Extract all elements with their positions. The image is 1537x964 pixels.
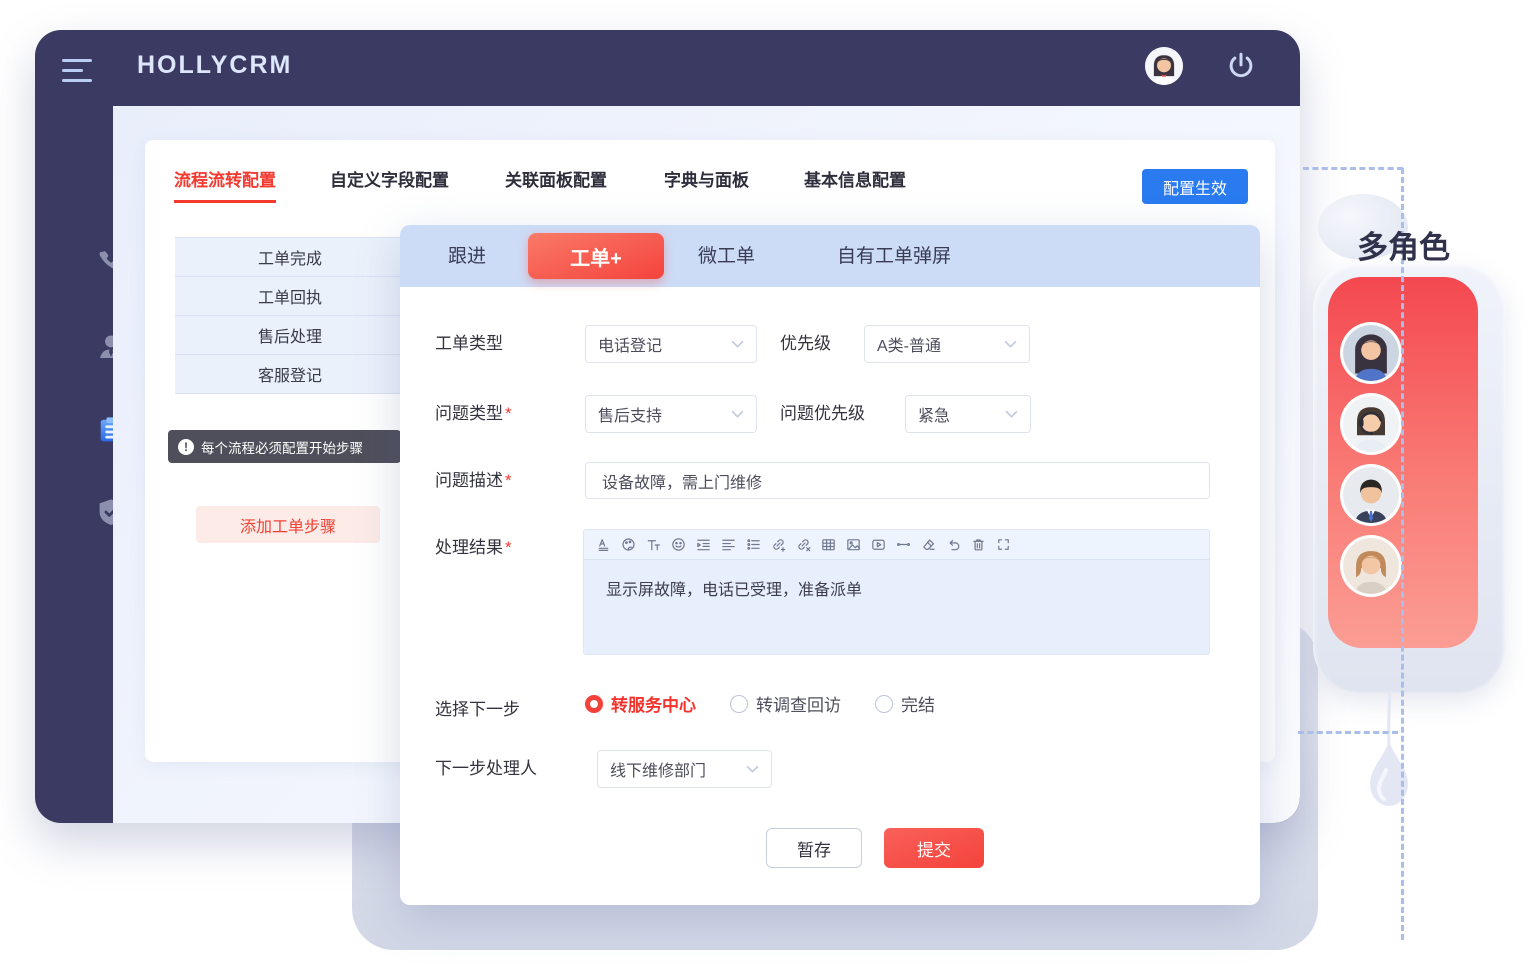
modal-tab-popup[interactable]: 自有工单弹屏 [837, 241, 951, 268]
editor-content[interactable]: 显示屏故障，电话已受理，准备派单 [584, 560, 1209, 655]
result-editor: 显示屏故障，电话已受理，准备派单 [583, 529, 1210, 655]
tab-custom-fields[interactable]: 自定义字段配置 [330, 166, 449, 191]
workflow-list: 工单完成 工单回执 售后处理 客服登记 [175, 237, 405, 394]
font-size-icon[interactable] [642, 534, 664, 556]
issue-priority-select[interactable]: 紧急 [905, 395, 1031, 433]
indent-icon[interactable] [692, 534, 714, 556]
tab-linked-panel[interactable]: 关联面板配置 [505, 166, 607, 191]
radio-service-center[interactable]: 转服务中心 [585, 691, 696, 716]
eraser-icon[interactable] [917, 534, 939, 556]
issue-type-select[interactable]: 售后支持 [585, 395, 757, 433]
delete-icon[interactable] [967, 534, 989, 556]
image-icon[interactable] [842, 534, 864, 556]
workflow-item[interactable]: 售后处理 [175, 315, 405, 354]
role-avatar-4 [1340, 535, 1402, 597]
submit-button[interactable]: 提交 [884, 828, 984, 868]
role-avatar-3 [1340, 464, 1402, 526]
order-type-label: 工单类型 [435, 325, 503, 363]
chevron-down-icon [746, 765, 759, 773]
order-type-value: 电话登记 [598, 332, 662, 356]
next-handler-value: 线下维修部门 [610, 757, 706, 781]
add-step-button[interactable]: 添加工单步骤 [196, 506, 380, 543]
workflow-item[interactable]: 工单回执 [175, 276, 405, 315]
issue-priority-value: 紧急 [918, 402, 950, 426]
font-underline-icon[interactable] [592, 534, 614, 556]
workflow-item[interactable]: 客服登记 [175, 354, 405, 393]
tab-dictionary[interactable]: 字典与面板 [664, 166, 749, 191]
emoji-icon[interactable] [667, 534, 689, 556]
priority-select[interactable]: A类-普通 [864, 325, 1030, 363]
modal-tab-micro[interactable]: 微工单 [698, 241, 755, 268]
table-icon[interactable] [817, 534, 839, 556]
apply-config-button[interactable]: 配置生效 [1142, 169, 1248, 204]
issue-priority-label: 问题优先级 [780, 395, 865, 433]
multi-role-caption: 多角色 [1357, 222, 1450, 267]
app-title: HOLLYCRM [137, 51, 292, 80]
issue-type-value: 售后支持 [598, 402, 662, 426]
dashed-line-bottom [1298, 731, 1398, 734]
next-handler-label: 下一步处理人 [435, 750, 537, 788]
undo-icon[interactable] [942, 534, 964, 556]
dashed-line-top [1303, 167, 1403, 170]
chevron-down-icon [731, 340, 744, 348]
role-avatar-2 [1340, 393, 1402, 455]
priority-label: 优先级 [780, 325, 831, 363]
link-remove-icon[interactable] [792, 534, 814, 556]
save-draft-button[interactable]: 暂存 [766, 828, 862, 868]
role-avatar-1 [1340, 322, 1402, 384]
list-icon[interactable] [742, 534, 764, 556]
divider-icon[interactable] [892, 534, 914, 556]
next-handler-select[interactable]: 线下维修部门 [597, 750, 772, 788]
modal-tab-workorder[interactable]: 工单+ [528, 233, 664, 279]
radio-dot [875, 695, 893, 713]
result-label: 处理结果* [435, 529, 512, 567]
tooltip-text: 每个流程必须配置开始步骤 [201, 437, 363, 457]
modal-tab-bar: 跟进 工单+ 微工单 自有工单弹屏 [400, 225, 1260, 287]
next-step-options: 转服务中心 转调查回访 完结 [585, 691, 935, 716]
tab-basic-info[interactable]: 基本信息配置 [804, 166, 906, 191]
droplet-shape [1356, 690, 1422, 870]
workflow-item[interactable]: 工单完成 [175, 237, 405, 276]
menu-icon[interactable] [62, 59, 94, 82]
video-icon[interactable] [867, 534, 889, 556]
user-avatar[interactable] [1145, 47, 1183, 85]
warning-icon: ! [178, 439, 194, 455]
power-icon[interactable] [1224, 50, 1258, 84]
link-add-icon[interactable] [767, 534, 789, 556]
issue-desc-label: 问题描述* [435, 462, 512, 500]
workorder-modal: 跟进 工单+ 微工单 自有工单弹屏 工单类型 电话登记 优先级 A类-普通 问题… [400, 225, 1260, 905]
dashed-line-vertical [1401, 168, 1404, 940]
chevron-down-icon [1005, 410, 1018, 418]
editor-toolbar [584, 530, 1209, 560]
align-icon[interactable] [717, 534, 739, 556]
radio-finish[interactable]: 完结 [875, 691, 935, 716]
radio-survey-callback[interactable]: 转调查回访 [730, 691, 841, 716]
fullscreen-icon[interactable] [992, 534, 1014, 556]
next-step-label: 选择下一步 [435, 691, 520, 729]
chevron-down-icon [731, 410, 744, 418]
issue-type-label: 问题类型* [435, 395, 512, 433]
start-step-tooltip: ! 每个流程必须配置开始步骤 [168, 430, 401, 463]
palette-icon[interactable] [617, 534, 639, 556]
issue-desc-input[interactable] [585, 462, 1210, 499]
order-type-select[interactable]: 电话登记 [585, 325, 757, 363]
tab-process-flow[interactable]: 流程流转配置 [174, 166, 276, 203]
radio-dot [585, 695, 603, 713]
priority-value: A类-普通 [877, 332, 941, 356]
modal-tab-follow[interactable]: 跟进 [448, 241, 486, 268]
radio-dot [730, 695, 748, 713]
chevron-down-icon [1004, 340, 1017, 348]
